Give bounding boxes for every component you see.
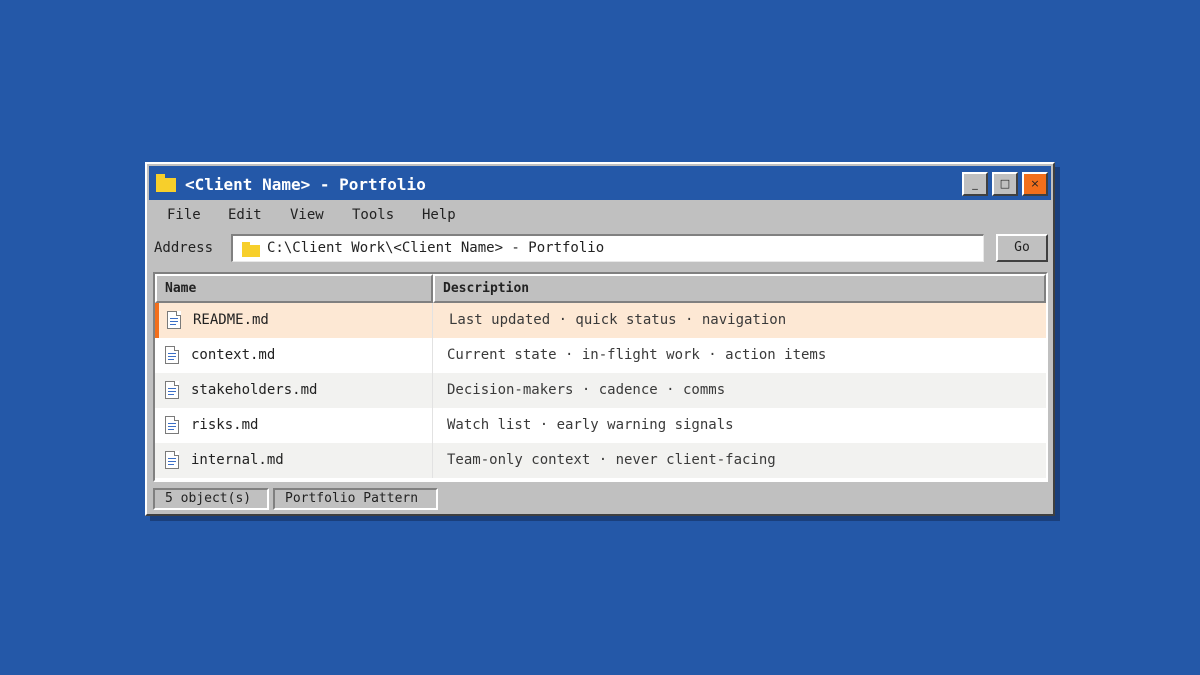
document-icon: [165, 416, 179, 434]
file-name: risks.md: [191, 417, 259, 433]
document-icon: [165, 451, 179, 469]
file-list: Name Description README.md Last updated …: [153, 272, 1048, 482]
file-name: context.md: [191, 347, 276, 363]
document-icon: [165, 346, 179, 364]
document-icon: [165, 381, 179, 399]
folder-icon: [242, 242, 260, 257]
maximize-button[interactable]: □: [992, 172, 1018, 196]
status-bar: 5 object(s) Portfolio Pattern: [151, 488, 1051, 510]
menu-file[interactable]: File: [167, 207, 201, 223]
menu-bar: File Edit View Tools Help: [149, 201, 1051, 229]
column-header-name[interactable]: Name: [155, 274, 433, 303]
file-row-context[interactable]: context.md Current state · in-flight wor…: [155, 338, 1046, 373]
address-input[interactable]: C:\Client Work\<Client Name> - Portfolio: [231, 234, 984, 262]
document-icon: [167, 311, 181, 329]
address-bar: Address C:\Client Work\<Client Name> - P…: [149, 232, 1051, 266]
title-bar[interactable]: <Client Name> - Portfolio _ □ ×: [149, 166, 1051, 200]
close-button[interactable]: ×: [1022, 172, 1048, 196]
file-description: Last updated · quick status · navigation: [449, 312, 787, 328]
file-name: stakeholders.md: [191, 382, 318, 398]
status-pattern: Portfolio Pattern: [273, 488, 438, 510]
menu-tools[interactable]: Tools: [352, 207, 394, 223]
file-description: Team-only context · never client-facing: [447, 452, 776, 468]
file-description: Watch list · early warning signals: [447, 417, 734, 433]
minimize-button[interactable]: _: [962, 172, 988, 196]
explorer-window: <Client Name> - Portfolio _ □ × File Edi…: [145, 162, 1055, 516]
file-row-risks[interactable]: risks.md Watch list · early warning sign…: [155, 408, 1046, 443]
file-name: internal.md: [191, 452, 284, 468]
window-title: <Client Name> - Portfolio: [185, 175, 426, 194]
file-description: Current state · in-flight work · action …: [447, 347, 827, 363]
menu-view[interactable]: View: [290, 207, 324, 223]
file-row-stakeholders[interactable]: stakeholders.md Decision-makers · cadenc…: [155, 373, 1046, 408]
go-button[interactable]: Go: [996, 234, 1048, 262]
file-row-internal[interactable]: internal.md Team-only context · never cl…: [155, 443, 1046, 478]
file-row-readme[interactable]: README.md Last updated · quick status · …: [155, 303, 1046, 338]
file-description: Decision-makers · cadence · comms: [447, 382, 726, 398]
menu-help[interactable]: Help: [422, 207, 456, 223]
address-path: C:\Client Work\<Client Name> - Portfolio: [267, 240, 605, 256]
column-header-description[interactable]: Description: [433, 274, 1046, 303]
status-object-count: 5 object(s): [153, 488, 269, 510]
menu-edit[interactable]: Edit: [228, 207, 262, 223]
address-label: Address: [154, 240, 214, 256]
file-name: README.md: [193, 312, 269, 328]
folder-icon: [156, 174, 176, 192]
